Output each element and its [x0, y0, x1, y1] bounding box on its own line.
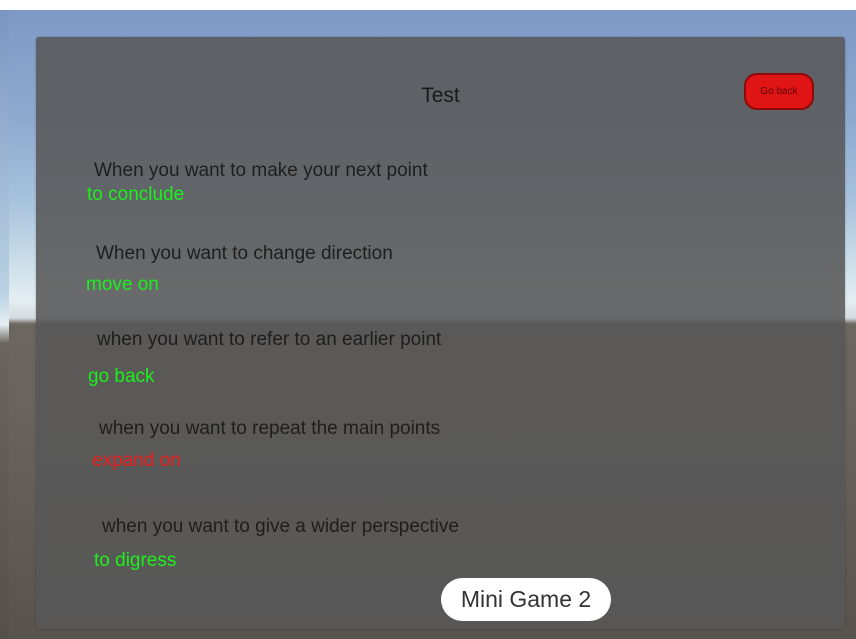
go-back-button[interactable]: Go back — [744, 73, 814, 110]
question-2: When you want to change direction — [96, 243, 393, 264]
answer-4: expand on — [92, 450, 181, 471]
mini-game-2-button[interactable]: Mini Game 2 — [441, 578, 611, 621]
answer-2: move on — [86, 274, 159, 295]
question-3: when you want to refer to an earlier poi… — [97, 329, 442, 350]
question-5: when you want to give a wider perspectiv… — [102, 516, 459, 537]
question-1: When you want to make your next point — [94, 160, 428, 181]
panel-title: Test — [421, 84, 460, 107]
question-4: when you want to repeat the main points — [99, 418, 441, 439]
answer-3: go back — [88, 366, 155, 387]
answer-1: to conclude — [87, 184, 185, 205]
quiz-panel: Test Go back When you want to make your … — [36, 37, 845, 629]
background-sky — [0, 10, 9, 639]
answer-5: to digress — [94, 550, 177, 571]
